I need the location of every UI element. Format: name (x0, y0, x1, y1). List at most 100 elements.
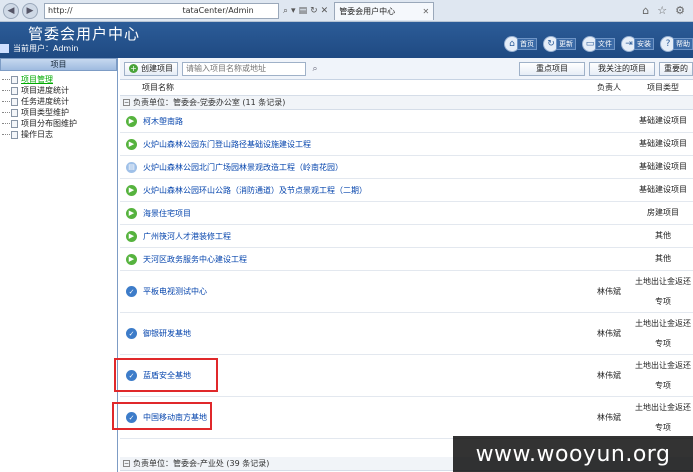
watermark: www.wooyun.org (453, 436, 693, 472)
project-owner: 林伟斌 (597, 287, 621, 296)
tab-close-icon[interactable]: ✕ (422, 7, 429, 16)
in-progress-icon: ▶ (126, 253, 137, 265)
tab-title: 管委会用户中心 (339, 6, 396, 16)
project-name-link[interactable]: 柯木塱南路 (143, 116, 585, 127)
column-header-type[interactable]: 项目类型 (633, 82, 693, 93)
in-progress-icon: ▶ (126, 138, 137, 150)
sidebar-item-project-progress[interactable]: 项目进度统计 (2, 85, 115, 96)
app-title: 管委会用户中心 (28, 25, 141, 43)
sidebar-title: 项目 (0, 58, 117, 71)
project-type: 房建项目 (647, 208, 679, 217)
search-icon[interactable]: ⌕ (308, 62, 322, 76)
toolbar-home-button[interactable]: ⌂ 首页 (504, 36, 537, 52)
important-button[interactable]: 重要的 (659, 61, 693, 76)
table-row[interactable]: ▶ 火炉山森林公园环山公路（消防通道）及节点景观工程（二期） 基础建设项目 (120, 179, 693, 202)
table-row[interactable]: ▤ 火炉山森林公园北门广场园林景观改造工程（岭南花园） 基础建设项目 (120, 156, 693, 179)
favorites-icon[interactable]: ☆ (657, 4, 667, 17)
table-row[interactable]: ✓ 平板电视测试中心 林伟斌 土地出让金返还专项 (120, 271, 693, 313)
sidebar-item-project-types[interactable]: 项目类型维护 (2, 107, 115, 118)
settings-icon[interactable]: ⚙ (675, 4, 685, 17)
browser-tab[interactable]: 管委会用户中心 ✕ (334, 1, 435, 20)
back-icon[interactable]: ◀ (3, 2, 19, 19)
group-label: 负责单位：管委会-党委办公室 (11 条记录) (133, 98, 286, 107)
current-user-label: 当前用户：Admin (13, 44, 79, 53)
document-icon (11, 86, 18, 95)
highlight-box (114, 358, 218, 392)
in-progress-icon: ▶ (126, 184, 137, 196)
column-header-owner[interactable]: 负责人 (585, 82, 633, 93)
project-type: 基础建设项目 (639, 116, 687, 125)
project-type: 土地出让金返还专项 (635, 402, 691, 432)
completed-icon: ✓ (126, 328, 137, 339)
address-bar[interactable]: http:// tataCenter/Admin (44, 2, 279, 19)
collapse-icon[interactable]: − (123, 460, 130, 467)
project-name-link[interactable]: 海景住宅项目 (143, 208, 585, 219)
group-label: 负责单位：管委会-产业处 (39 条记录) (133, 459, 270, 468)
forward-icon[interactable]: ▶ (22, 2, 38, 19)
in-progress-icon: ▶ (126, 115, 137, 127)
project-name-link[interactable]: 御银研发基地 (143, 328, 585, 339)
address-prefix: http:// (48, 6, 73, 15)
table-header: 项目名称 负责人 项目类型 (120, 80, 693, 96)
in-progress-icon: ▶ (126, 230, 137, 242)
refresh-icon[interactable]: ↻ (310, 6, 318, 16)
compat-icon[interactable]: ▤ (299, 6, 308, 16)
project-type: 其他 (655, 254, 671, 263)
sidebar: 项目 项目管理 项目进度统计 任务进度统计 项目类型维护 项目分布图维护 操作日… (0, 58, 118, 472)
table-row[interactable]: ✓ 御银研发基地 林伟斌 土地出让金返还专项 (120, 313, 693, 355)
create-project-button[interactable]: + 创建项目 (124, 61, 178, 76)
header-toolbar: ⌂ 首页 ↻ 更新 ▭ 文件 ⇥ 安装 ? 帮助 (504, 36, 693, 52)
dropdown-icon[interactable]: ▾ (291, 6, 296, 16)
project-name-link[interactable]: 天河区政务服务中心建设工程 (143, 254, 585, 265)
project-name-link[interactable]: 广州筷河人才港装修工程 (143, 231, 585, 242)
project-name-link[interactable]: 平板电视测试中心 (143, 286, 585, 297)
table-row[interactable]: ▶ 柯木塱南路 基础建设项目 (120, 110, 693, 133)
toolbar-install-button[interactable]: ⇥ 安装 (621, 36, 654, 52)
document-icon (11, 97, 18, 106)
project-type: 土地出让金返还专项 (635, 276, 691, 306)
current-user: 当前用户：Admin (0, 43, 79, 54)
document-icon (11, 119, 18, 128)
toolbar-update-button[interactable]: ↻ 更新 (543, 36, 576, 52)
project-type: 其他 (655, 231, 671, 240)
highlight-box (112, 402, 212, 430)
project-type: 土地出让金返还专项 (635, 318, 691, 348)
paused-icon: ▤ (126, 161, 137, 173)
table-row[interactable]: ▶ 广州筷河人才港装修工程 其他 (120, 225, 693, 248)
project-owner: 林伟斌 (597, 371, 621, 380)
project-name-link[interactable]: 火炉山森林公园环山公路（消防通道）及节点景观工程（二期） (143, 185, 585, 196)
completed-icon: ✓ (126, 286, 137, 297)
project-type: 土地出让金返还专项 (635, 360, 691, 390)
table-row[interactable]: ▶ 天河区政务服务中心建设工程 其他 (120, 248, 693, 271)
document-icon (11, 130, 18, 139)
project-name-link[interactable]: 火炉山森林公园北门广场园林景观改造工程（岭南花园） (143, 162, 585, 173)
close-icon[interactable]: ✕ (321, 6, 329, 16)
search-input[interactable] (182, 61, 306, 76)
toolbar-help-button[interactable]: ? 帮助 (660, 36, 693, 52)
search-icon[interactable]: ⌕ (283, 6, 288, 16)
table-row[interactable]: ▶ 火炉山森林公园东门登山路径基础设施建设工程 基础建设项目 (120, 133, 693, 156)
table-row[interactable]: ▶ 海景住宅项目 房建项目 (120, 202, 693, 225)
action-bar: +创建项目 ⌕ 重点项目 我关注的项目 重要的 (120, 58, 693, 80)
project-type: 基础建设项目 (639, 162, 687, 171)
followed-projects-button[interactable]: 我关注的项目 (589, 61, 655, 76)
project-name-link[interactable]: 火炉山森林公园东门登山路径基础设施建设工程 (143, 139, 585, 150)
sidebar-item-project-management[interactable]: 项目管理 (2, 74, 115, 85)
collapse-icon[interactable]: − (123, 99, 130, 106)
sidebar-item-distribution-map[interactable]: 项目分布图维护 (2, 118, 115, 129)
browser-toolbar: ◀ ▶ http:// tataCenter/Admin ⌕ ▾ ▤ ↻ ✕ 管… (0, 0, 693, 22)
key-projects-button[interactable]: 重点项目 (519, 61, 585, 76)
home-icon[interactable]: ⌂ (642, 4, 649, 17)
document-icon (11, 108, 18, 117)
app-header: 管委会用户中心 当前用户：Admin ⌂ 首页 ↻ 更新 ▭ 文件 ⇥ 安装 ? 帮助 (0, 22, 693, 58)
document-icon (11, 75, 18, 84)
sidebar-item-task-progress[interactable]: 任务进度统计 (2, 96, 115, 107)
group-row[interactable]: − 负责单位：管委会-党委办公室 (11 条记录) (120, 96, 693, 110)
plus-icon: + (129, 64, 138, 73)
in-progress-icon: ▶ (126, 207, 137, 219)
toolbar-files-button[interactable]: ▭ 文件 (582, 36, 615, 52)
column-header-name[interactable]: 项目名称 (120, 82, 585, 93)
sidebar-item-operation-log[interactable]: 操作日志 (2, 129, 115, 140)
project-type: 基础建设项目 (639, 185, 687, 194)
address-suffix: tataCenter/Admin (182, 6, 254, 15)
